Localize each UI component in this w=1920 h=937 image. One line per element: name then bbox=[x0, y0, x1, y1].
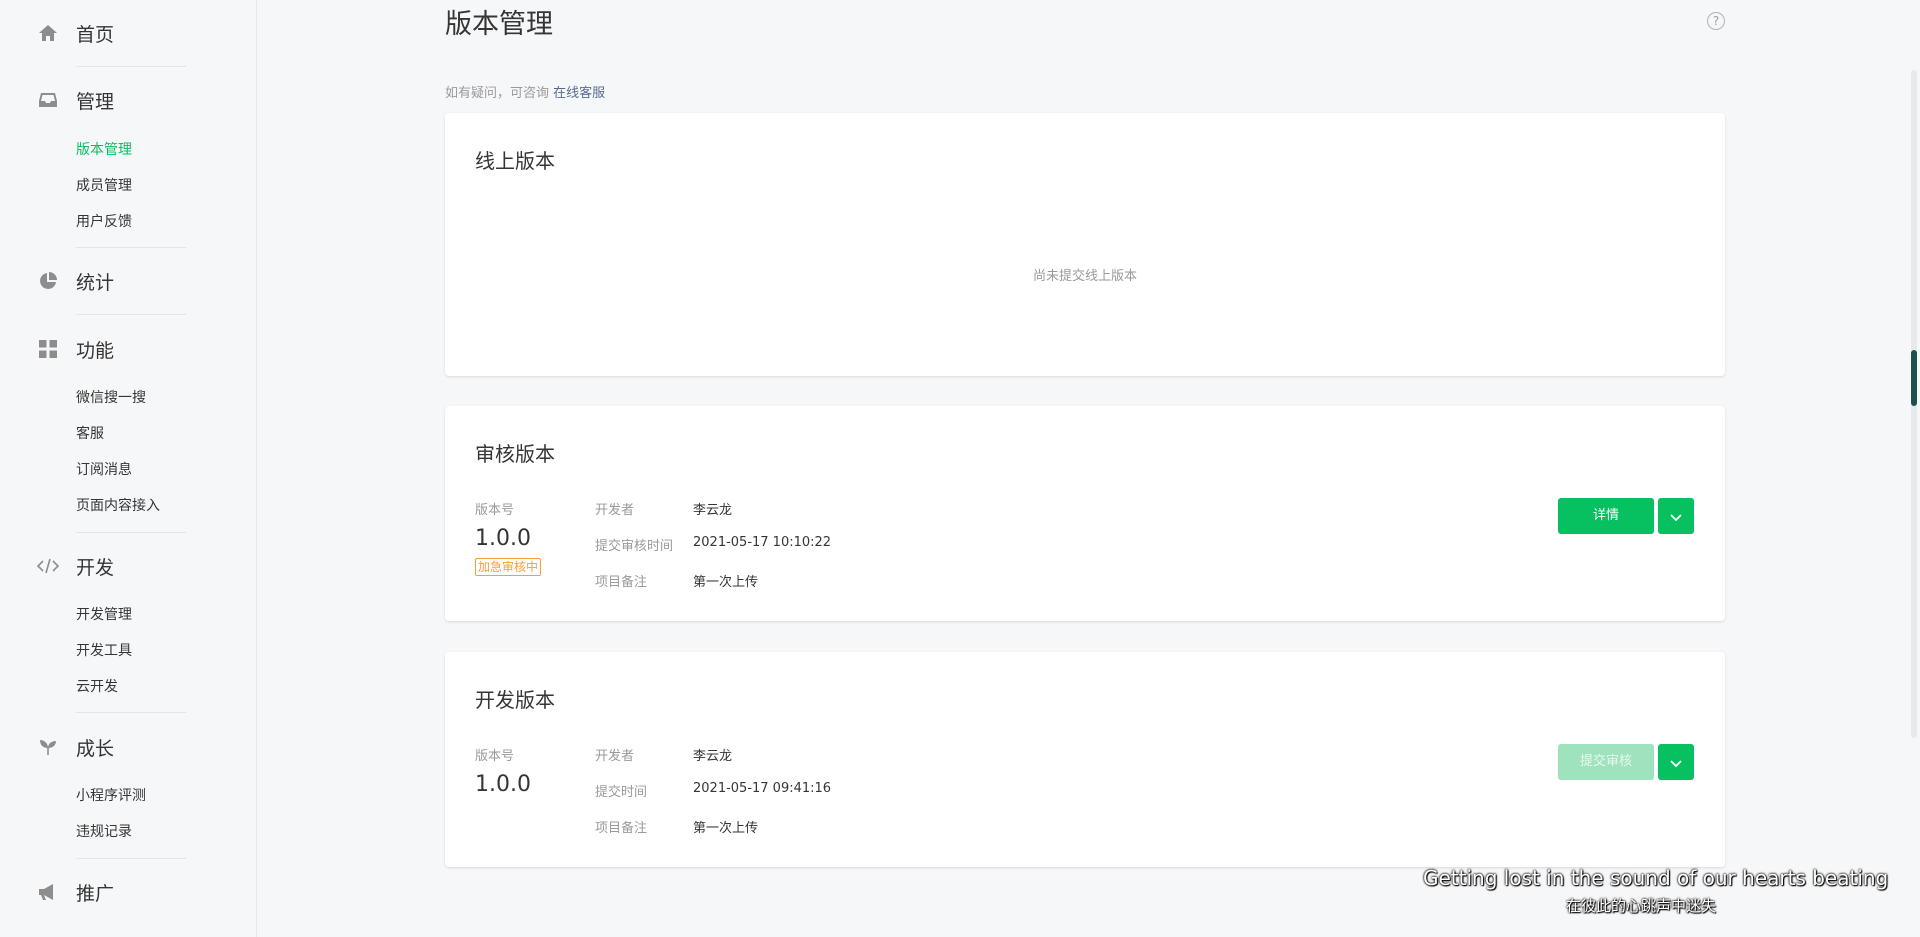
subtitle-english: Getting lost in the sound of our hearts … bbox=[1423, 866, 1889, 890]
online-version-title: 线上版本 bbox=[475, 149, 555, 173]
dev-version-card: 开发版本 版本号 1.0.0 开发者 李云龙 提交时间 2021-05-17 0… bbox=[445, 652, 1725, 867]
info-key-remark: 项目备注 bbox=[595, 575, 648, 590]
nav-features-label: 功能 bbox=[76, 339, 115, 362]
review-more-dropdown[interactable] bbox=[1658, 498, 1694, 534]
review-version-title: 审核版本 bbox=[475, 442, 555, 466]
nav-manage-label: 管理 bbox=[76, 90, 115, 113]
info-value-developer: 李云龙 bbox=[693, 749, 733, 764]
sidebar-item-subscribe-message[interactable]: 订阅消息 bbox=[76, 460, 132, 480]
review-version-card: 审核版本 版本号 1.0.0 加急审核中 开发者 李云龙 提交审核时间 2021… bbox=[445, 406, 1725, 621]
dev-version-title: 开发版本 bbox=[475, 688, 555, 712]
online-version-card: 线上版本 尚未提交线上版本 bbox=[445, 113, 1725, 376]
sidebar-item-dev-tools[interactable]: 开发工具 bbox=[76, 641, 132, 661]
nav-divider bbox=[76, 314, 186, 315]
sidebar-item-cloud-dev[interactable]: 云开发 bbox=[76, 677, 118, 697]
nav-manage[interactable]: 管理 bbox=[37, 85, 114, 115]
info-key-developer: 开发者 bbox=[595, 503, 635, 518]
dev-more-dropdown[interactable] bbox=[1658, 744, 1694, 780]
info-value-developer: 李云龙 bbox=[693, 503, 733, 518]
submit-review-button[interactable]: 提交审核 bbox=[1558, 744, 1654, 780]
megaphone-icon bbox=[37, 881, 59, 903]
subtitle-chinese: 在彼此的心跳声中迷失 bbox=[1566, 897, 1717, 915]
info-key-developer: 开发者 bbox=[595, 749, 635, 764]
sidebar-item-evaluation[interactable]: 小程序评测 bbox=[76, 786, 146, 806]
nav-divider bbox=[76, 247, 186, 248]
nav-promote[interactable]: 推广 bbox=[37, 877, 114, 907]
hint-text: 如有疑问，可咨询 bbox=[445, 86, 550, 101]
nav-home-label: 首页 bbox=[76, 23, 115, 46]
chevron-down-icon bbox=[1670, 753, 1682, 772]
pie-chart-icon bbox=[37, 270, 59, 292]
info-value-remark: 第一次上传 bbox=[693, 575, 759, 590]
version-number: 1.0.0 bbox=[475, 526, 531, 551]
online-service-link[interactable]: 在线客服 bbox=[553, 86, 605, 101]
home-icon bbox=[37, 22, 59, 44]
sidebar-item-version-manage[interactable]: 版本管理 bbox=[76, 140, 132, 160]
consult-hint: 如有疑问，可咨询 在线客服 bbox=[445, 82, 605, 101]
nav-stats[interactable]: 统计 bbox=[37, 266, 114, 296]
info-value-submit-time: 2021-05-17 09:41:16 bbox=[693, 781, 832, 796]
sidebar-item-dev-manage[interactable]: 开发管理 bbox=[76, 605, 132, 625]
details-button[interactable]: 详情 bbox=[1558, 498, 1654, 534]
page-title: 版本管理 bbox=[445, 9, 553, 40]
sprout-icon bbox=[37, 736, 59, 758]
info-value-submit-time: 2021-05-17 10:10:22 bbox=[693, 535, 832, 550]
nav-dev-label: 开发 bbox=[76, 556, 115, 579]
nav-divider bbox=[76, 858, 186, 859]
nav-divider bbox=[76, 712, 186, 713]
sidebar-item-customer-service[interactable]: 客服 bbox=[76, 424, 104, 444]
info-key-remark: 项目备注 bbox=[595, 821, 648, 836]
inbox-icon bbox=[37, 89, 59, 111]
nav-growth[interactable]: 成长 bbox=[37, 732, 114, 762]
nav-dev[interactable]: 开发 bbox=[37, 551, 114, 581]
version-number-label: 版本号 bbox=[475, 749, 515, 764]
info-value-remark: 第一次上传 bbox=[693, 821, 759, 836]
nav-divider bbox=[76, 66, 186, 67]
nav-promote-label: 推广 bbox=[76, 882, 115, 905]
status-badge: 加急审核中 bbox=[475, 558, 542, 576]
nav-features[interactable]: 功能 bbox=[37, 334, 114, 364]
sidebar: 首页 管理 版本管理 成员管理 用户反馈 统计 功能 微信搜一搜 客服 订阅消息… bbox=[0, 0, 257, 937]
nav-stats-label: 统计 bbox=[76, 271, 115, 294]
help-icon[interactable]: ? bbox=[1707, 12, 1725, 30]
info-key-submit-time: 提交时间 bbox=[595, 785, 648, 800]
nav-growth-label: 成长 bbox=[76, 737, 115, 760]
scroll-position-marker bbox=[1911, 350, 1917, 406]
sidebar-item-user-feedback[interactable]: 用户反馈 bbox=[76, 212, 132, 232]
nav-divider bbox=[76, 532, 186, 533]
version-number: 1.0.0 bbox=[475, 772, 531, 797]
online-version-empty: 尚未提交线上版本 bbox=[1032, 269, 1137, 284]
nav-home[interactable]: 首页 bbox=[37, 18, 114, 48]
grid-icon bbox=[37, 338, 59, 360]
sidebar-item-violation[interactable]: 违规记录 bbox=[76, 822, 132, 842]
info-key-submit-time: 提交审核时间 bbox=[595, 539, 674, 554]
sidebar-item-wechat-search[interactable]: 微信搜一搜 bbox=[76, 388, 146, 408]
code-icon bbox=[37, 555, 59, 577]
chevron-down-icon bbox=[1670, 507, 1682, 526]
sidebar-item-member-manage[interactable]: 成员管理 bbox=[76, 176, 132, 196]
sidebar-item-page-content[interactable]: 页面内容接入 bbox=[76, 496, 160, 516]
version-number-label: 版本号 bbox=[475, 503, 515, 518]
